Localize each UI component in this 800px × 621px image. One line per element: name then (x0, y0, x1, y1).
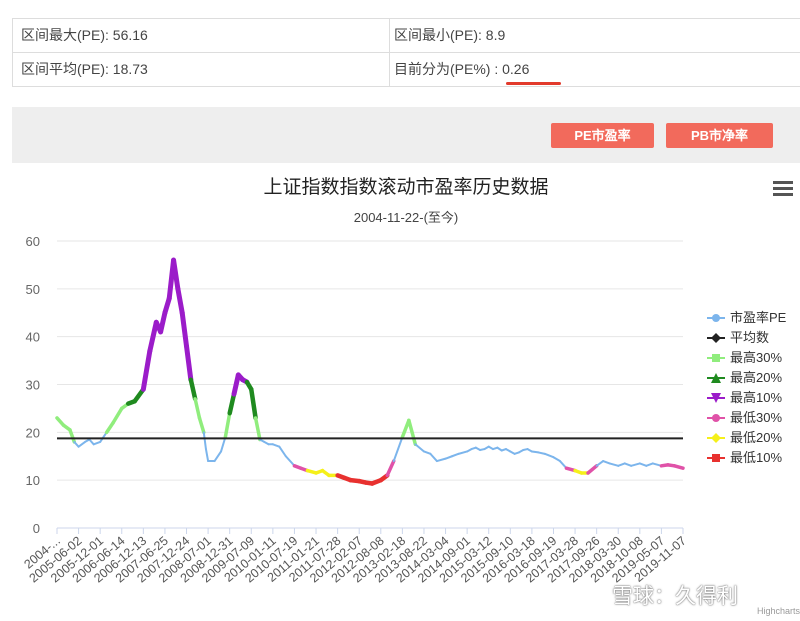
legend-label: 最低10% (730, 450, 783, 465)
pe-line-segment (204, 448, 210, 463)
pe-line-segment (435, 457, 447, 463)
pe-line-segment (253, 416, 262, 442)
legend-diamond-marker-icon (707, 433, 725, 443)
pe-line-segment (171, 257, 181, 292)
pe-line-segment (227, 391, 237, 416)
pe-line-segment (457, 450, 469, 455)
pe-line-segment (175, 286, 185, 316)
pe-line-segment (645, 462, 654, 467)
pe-line-segment (543, 452, 555, 459)
pe-line-segment (68, 428, 77, 444)
pe-line-segment (223, 411, 232, 439)
pe-line-segment (193, 397, 202, 420)
y-tick-label: 30 (26, 378, 40, 393)
pe-line-segment (429, 452, 438, 463)
legend-label: 最低20% (730, 430, 783, 445)
pe-line-segment (92, 440, 102, 446)
legend-square-marker-icon (707, 354, 725, 362)
y-tick-label: 0 (33, 521, 40, 536)
pe-line-segment (414, 443, 425, 453)
pe-line-segment (630, 462, 641, 467)
legend-label: 最高10% (730, 390, 783, 405)
pe-line-segment (623, 462, 633, 467)
pe-chart: 01020304050602004-...2005-06-022005-12-0… (21, 234, 689, 585)
legend-circle-marker-icon (707, 414, 725, 422)
pe-line-segment (213, 450, 223, 463)
pe-line-segment (140, 348, 153, 392)
pe-line-segment (278, 445, 287, 458)
pe-line-segment (77, 440, 87, 448)
pe-line-segment (451, 452, 460, 458)
y-tick-label: 10 (26, 473, 40, 488)
pe-line-segment (617, 462, 626, 467)
watermark: 雪球：久得利 (612, 585, 738, 608)
y-tick-label: 50 (26, 282, 40, 297)
legend-label: 市盈率PE (730, 310, 787, 325)
legend-triangle-marker-icon (707, 373, 725, 383)
pe-line-segment (586, 464, 599, 475)
pe-line-segment (179, 310, 190, 349)
pe-line-segment (188, 377, 198, 402)
y-tick-label: 20 (26, 425, 40, 440)
pe-line-segment (184, 343, 194, 383)
pe-line-segment (202, 431, 207, 451)
pe-line-segment (392, 436, 404, 463)
y-tick-label: 40 (26, 330, 40, 345)
pe-line-segment (602, 460, 611, 465)
pe-line-segment (111, 406, 124, 425)
pe-line-segment (422, 450, 432, 455)
pe-line-segment (595, 460, 605, 467)
pe-line-segment (197, 416, 206, 435)
y-tick-label: 60 (26, 234, 40, 249)
pe-line-segment (672, 464, 685, 470)
legend-diamond-marker-icon (707, 333, 725, 343)
pe-line-segment (638, 462, 648, 467)
pe-line-segment (552, 456, 561, 463)
pe-line-segment (147, 319, 159, 354)
legend-label: 最低30% (730, 410, 783, 425)
pe-line-segment (271, 443, 281, 448)
legend-label: 最高30% (730, 350, 783, 365)
pe-line-segment (158, 310, 168, 335)
pe-line-segment (249, 387, 258, 421)
pe-line-segment (284, 455, 296, 467)
pe-line-segment (444, 455, 454, 460)
legend-line-marker-icon (707, 314, 725, 322)
legend-label: 平均数 (730, 330, 770, 345)
highcharts-credit[interactable]: Highcharts.com (757, 606, 800, 616)
legend-triangle-down-marker-icon (707, 393, 725, 403)
legend-square-marker-icon (707, 454, 725, 462)
pe-line-segment (608, 462, 620, 467)
legend-label: 最高20% (730, 370, 783, 385)
pe-line-segment (385, 459, 396, 478)
